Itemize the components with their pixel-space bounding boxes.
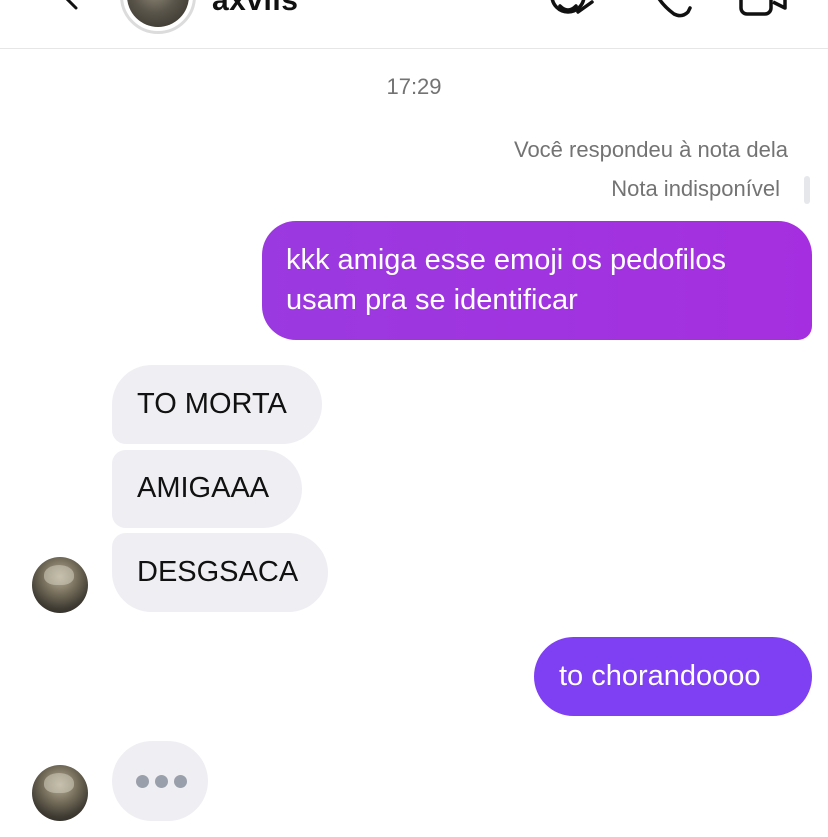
typing-indicator [112,741,208,821]
message-bubble-incoming[interactable]: DESGSACA [112,533,328,612]
sticker-icon[interactable] [548,0,600,22]
message-bubble-incoming[interactable]: TO MORTA [112,365,322,444]
header-avatar[interactable] [120,0,196,34]
video-icon[interactable] [738,0,790,22]
sender-avatar[interactable] [32,557,88,613]
note-quote-bar [804,176,810,204]
chat-header: axvlis [0,0,828,49]
contact-name[interactable]: axvlis [212,0,298,18]
message-bubble-incoming[interactable]: AMIGAAA [112,450,302,528]
message-bubble-outgoing[interactable]: kkk amiga esse emoji os pedofilos usam p… [262,221,812,340]
back-icon[interactable] [58,0,82,10]
message-bubble-outgoing[interactable]: to chorandoooo [534,637,812,716]
note-unavailable-label: Nota indisponível [611,176,780,201]
typing-dot [136,775,149,788]
sender-avatar[interactable] [32,765,88,821]
reply-context-label: Você respondeu à nota dela [513,137,788,162]
typing-dot [174,775,187,788]
message-timestamp: 17:29 [386,74,442,99]
phone-icon[interactable] [650,0,696,22]
typing-dot [155,775,168,788]
